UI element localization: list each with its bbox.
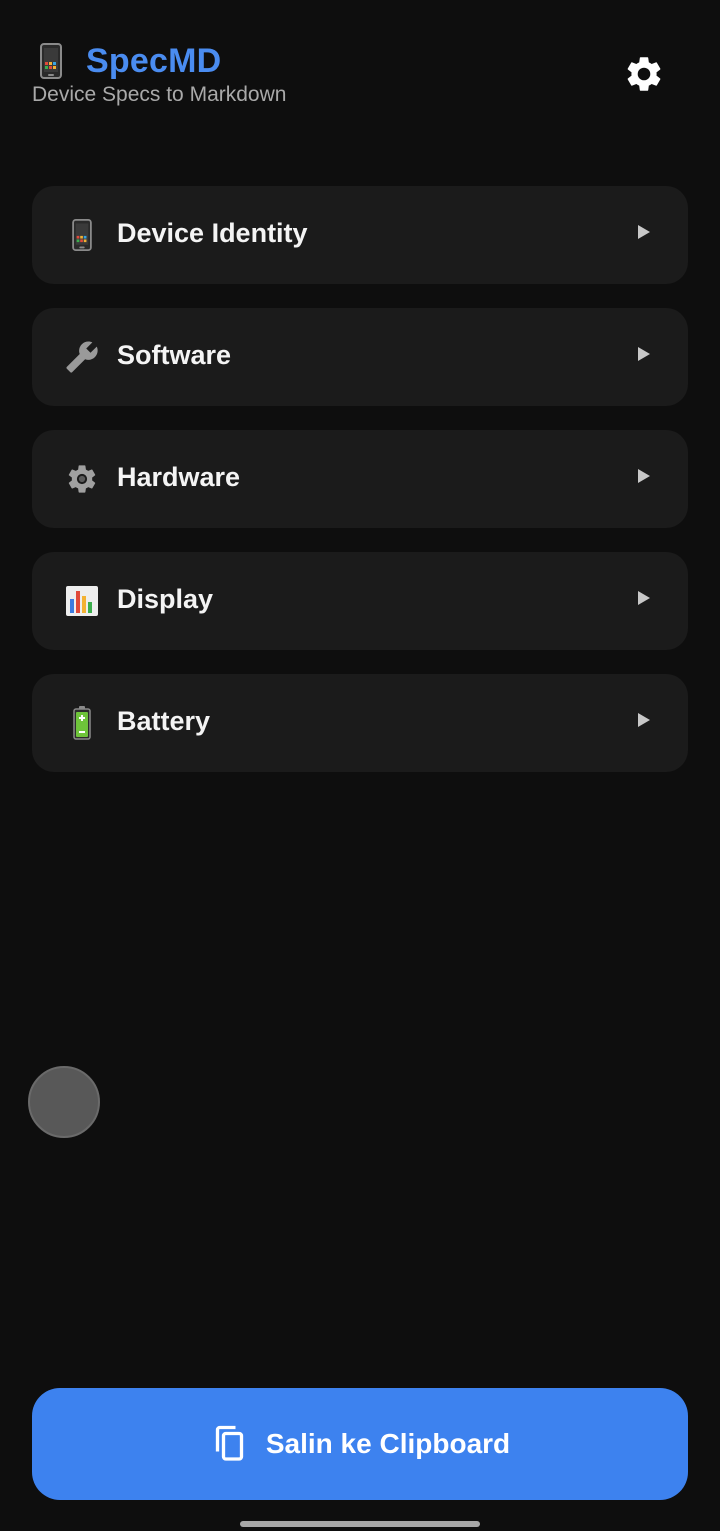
mobile-phone-icon	[64, 217, 100, 253]
copy-to-clipboard-button[interactable]: Salin ke Clipboard	[32, 1388, 688, 1500]
play-arrow-icon	[638, 713, 650, 727]
gesture-navigation-bar[interactable]	[240, 1521, 480, 1527]
menu-item-label: Hardware	[117, 462, 241, 492]
app-screen: SpecMD Device Specs to Markdown Device I…	[0, 0, 720, 1531]
spec-category-list: Device Identity Software Hardware Displa…	[32, 186, 688, 796]
menu-item-label: Device Identity	[117, 218, 308, 248]
menu-item-device-identity[interactable]: Device Identity	[32, 186, 688, 284]
settings-button[interactable]	[620, 50, 668, 98]
menu-item-battery[interactable]: Battery	[32, 674, 688, 772]
mobile-phone-icon	[40, 43, 62, 79]
copy-button-label: Salin ke Clipboard	[265, 1428, 511, 1459]
play-arrow-icon	[638, 347, 650, 361]
menu-item-label: Display	[117, 584, 214, 614]
copy-icon	[215, 1425, 244, 1461]
bar-chart-icon	[64, 583, 100, 619]
gear-icon	[64, 461, 100, 497]
menu-item-display[interactable]: Display	[32, 552, 688, 650]
app-subtitle: Device Specs to Markdown	[32, 83, 287, 106]
menu-item-label: Battery	[117, 706, 211, 736]
play-arrow-icon	[638, 591, 650, 605]
menu-item-software[interactable]: Software	[32, 308, 688, 406]
app-title: SpecMD	[86, 42, 222, 80]
gear-icon	[627, 57, 661, 91]
wrench-icon	[64, 339, 100, 375]
play-arrow-icon	[638, 469, 650, 483]
app-header: SpecMD Device Specs to Markdown	[32, 40, 688, 120]
menu-item-hardware[interactable]: Hardware	[32, 430, 688, 528]
play-arrow-icon	[638, 225, 650, 239]
menu-item-label: Software	[117, 340, 232, 370]
floating-bubble[interactable]	[28, 1066, 100, 1138]
battery-icon	[64, 705, 100, 741]
